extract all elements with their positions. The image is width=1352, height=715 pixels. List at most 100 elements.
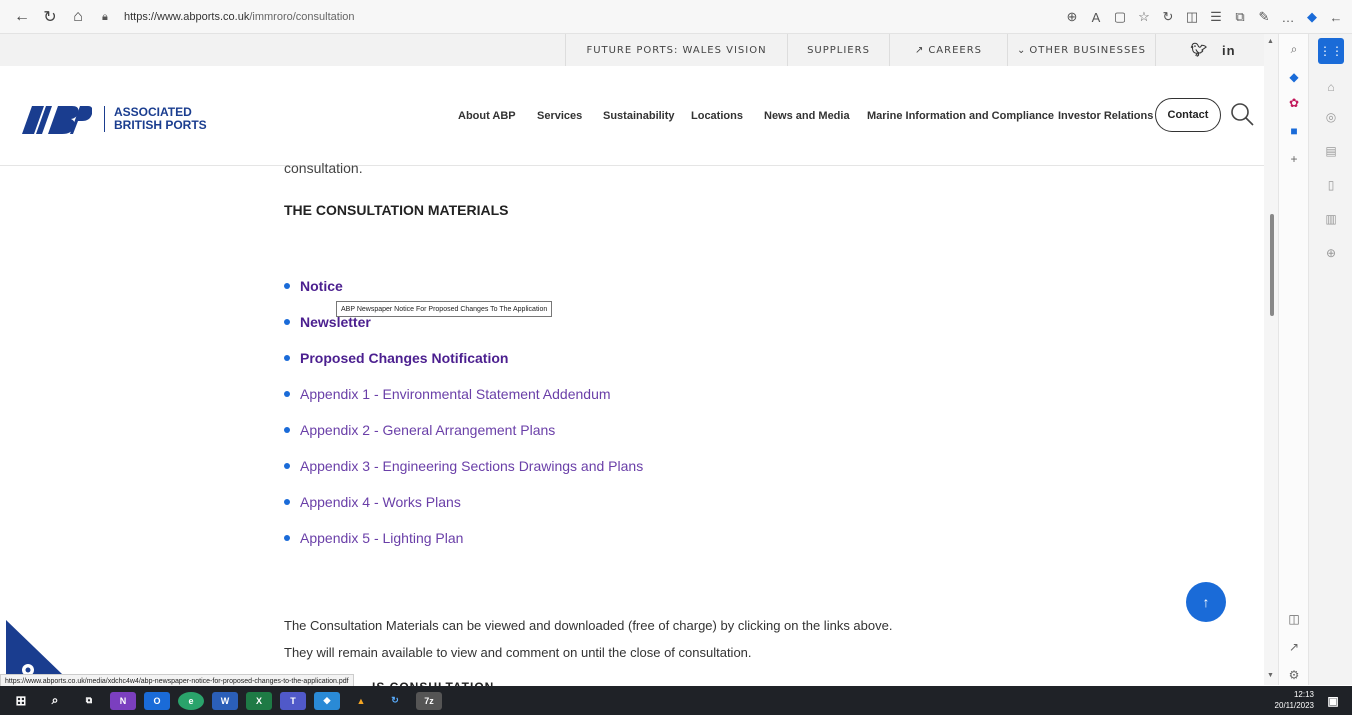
outlook-icon[interactable]: ■ [1279, 124, 1309, 138]
windows-taskbar: ⊞ ⌕ ⧉ N O e W X T ◆ ▲ ↻ 7z 12:13 20/11/2… [0, 686, 1352, 715]
scroll-to-top-button[interactable]: ↑ [1186, 582, 1226, 622]
task-view-icon[interactable]: ⧉ [76, 692, 102, 710]
notes-icon[interactable]: ▥ [1309, 212, 1352, 226]
refresh-icon[interactable]: ↻ [36, 3, 64, 31]
home-panel-icon[interactable]: ⌂ [1309, 80, 1352, 94]
collections-icon[interactable]: ⧉ [1228, 9, 1252, 25]
app-icon-blue[interactable]: ◆ [314, 691, 340, 710]
material-link-appendix-2[interactable]: Appendix 2 - General Arrangement Plans [284, 422, 555, 438]
strip-other-businesses[interactable]: ⌄ OTHER BUSINESSES [1007, 34, 1155, 66]
logo-text[interactable]: ASSOCIATED BRITISH PORTS [114, 106, 207, 132]
scroll-up-icon[interactable]: ▲ [1267, 38, 1274, 45]
chevron-down-icon: ⌄ [1017, 44, 1027, 56]
home-icon[interactable]: ⌂ [64, 3, 92, 31]
split-view-icon[interactable]: ◫ [1279, 612, 1309, 626]
bullet [284, 355, 290, 361]
abp-logo-icon[interactable] [22, 106, 92, 134]
split-screen-icon[interactable]: ◫ [1180, 9, 1204, 25]
nav-locations[interactable]: Locations [691, 110, 743, 122]
site-top-strip: FUTURE PORTS: WALES VISION SUPPLIERS ↗ CA… [0, 34, 1270, 66]
arrow-up-icon: ↑ [1202, 594, 1210, 610]
more-icon[interactable]: … [1276, 10, 1300, 25]
settings-icon[interactable]: ⚙ [1279, 668, 1309, 682]
document-icon[interactable]: ▯ [1309, 178, 1352, 192]
strip-careers[interactable]: ↗ CAREERS [889, 34, 1007, 66]
external-link-icon: ↗ [914, 44, 925, 56]
nav-investor[interactable]: Investor Relations [1058, 110, 1153, 122]
search-taskbar-icon[interactable]: ⌕ [42, 692, 68, 710]
material-link-appendix-5[interactable]: Appendix 5 - Lighting Plan [284, 530, 463, 546]
excel-icon[interactable]: X [246, 691, 272, 710]
strip-suppliers[interactable]: SUPPLIERS [787, 34, 889, 66]
search-sidebar-icon[interactable]: ⌕ [1279, 42, 1309, 57]
bullet [284, 427, 290, 433]
paragraph-1: The Consultation Materials can be viewed… [284, 618, 893, 633]
nav-news[interactable]: News and Media [764, 110, 850, 122]
scroll-down-icon[interactable]: ▼ [1267, 672, 1274, 679]
windows-start-icon[interactable]: ⊞ [8, 692, 34, 710]
paragraph-2: They will remain available to view and c… [284, 645, 752, 660]
extensions-icon[interactable]: ✎ [1252, 9, 1276, 25]
zoom-icon[interactable]: ⊕ [1060, 9, 1084, 25]
material-label: Proposed Changes Notification [300, 350, 509, 366]
page-scrollbar[interactable]: ▲ ▼ [1264, 34, 1278, 685]
strip-future-ports[interactable]: FUTURE PORTS: WALES VISION [565, 34, 787, 66]
read-aloud-icon[interactable]: A [1084, 10, 1108, 25]
logo-line2: BRITISH PORTS [114, 118, 207, 132]
browser-tools: ⊕ A ▢ ☆ ↻ ◫ ☰ ⧉ ✎ … ◆ ← [1060, 0, 1352, 34]
search-icon[interactable] [1230, 102, 1254, 126]
taskbar-clock[interactable]: 12:13 20/11/2023 [1275, 689, 1314, 711]
nav-sustainability[interactable]: Sustainability [603, 110, 675, 122]
clock-time: 12:13 [1293, 690, 1314, 699]
bullet [284, 535, 290, 541]
material-link-appendix-1[interactable]: Appendix 1 - Environmental Statement Add… [284, 386, 611, 402]
refresh-extension-icon[interactable]: ↻ [1156, 9, 1180, 25]
address-bar[interactable]: 🔒︎ https://www.abports.co.uk/immroro/con… [102, 6, 972, 28]
url-path: /immroro/consultation [249, 11, 355, 23]
material-link-appendix-3[interactable]: Appendix 3 - Engineering Sections Drawin… [284, 458, 643, 474]
edge-icon[interactable]: e [178, 691, 204, 710]
app-icon-swirl[interactable]: ↻ [382, 692, 408, 710]
add-panel-icon[interactable]: ⊕ [1309, 246, 1352, 260]
material-label: Appendix 4 - Works Plans [300, 494, 461, 510]
app-icon[interactable]: ▢ [1108, 9, 1132, 25]
calendar-icon[interactable]: ▤ [1309, 144, 1352, 158]
back-icon[interactable]: ← [8, 3, 36, 31]
add-icon[interactable]: + [1279, 152, 1309, 166]
globe-icon[interactable]: ◎ [1309, 110, 1352, 124]
strip-careers-label: CAREERS [928, 44, 983, 56]
linkedin-icon[interactable]: in [1222, 43, 1236, 58]
shopping-icon[interactable]: ◆ [1279, 70, 1309, 84]
office-icon[interactable]: ✿ [1279, 96, 1309, 110]
onenote-icon[interactable]: N [110, 691, 136, 710]
apps-grid-icon[interactable]: ⋮⋮ [1318, 38, 1344, 64]
open-external-icon[interactable]: ↗ [1279, 640, 1309, 654]
material-link-appendix-4[interactable]: Appendix 4 - Works Plans [284, 494, 461, 510]
app-icon-orange[interactable]: ▲ [348, 692, 374, 710]
cut-off-text: consultation. [284, 160, 363, 176]
notification-icon[interactable]: ▣ [1320, 692, 1346, 710]
bullet [284, 499, 290, 505]
nav-marine[interactable]: Marine Information and Compliance [867, 110, 1054, 122]
material-link-proposed-changes[interactable]: Proposed Changes Notification [284, 350, 508, 366]
sidebar-toggle-icon[interactable]: ← [1324, 10, 1348, 25]
twitter-icon[interactable]: 🐦︎ [1190, 43, 1208, 58]
nav-services[interactable]: Services [537, 110, 582, 122]
outlook-taskbar-icon[interactable]: O [144, 691, 170, 710]
word-icon[interactable]: W [212, 691, 238, 710]
contact-button[interactable]: Contact [1155, 98, 1221, 132]
material-link-notice[interactable]: Notice [284, 278, 343, 294]
scrollbar-thumb[interactable] [1270, 214, 1274, 316]
site-header: ASSOCIATED BRITISH PORTS About ABP Servi… [0, 66, 1270, 166]
bullet [284, 319, 290, 325]
7zip-icon[interactable]: 7z [416, 691, 442, 710]
social-links: 🐦︎ in [1155, 34, 1270, 66]
favorite-icon[interactable]: ☆ [1132, 9, 1156, 25]
lock-icon: 🔒︎ [102, 10, 108, 23]
teams-icon[interactable]: T [280, 691, 306, 710]
favorites-icon[interactable]: ☰ [1204, 9, 1228, 25]
bullet [284, 283, 290, 289]
bullet [284, 391, 290, 397]
copilot-icon[interactable]: ◆ [1300, 9, 1324, 25]
nav-about[interactable]: About ABP [458, 110, 516, 122]
